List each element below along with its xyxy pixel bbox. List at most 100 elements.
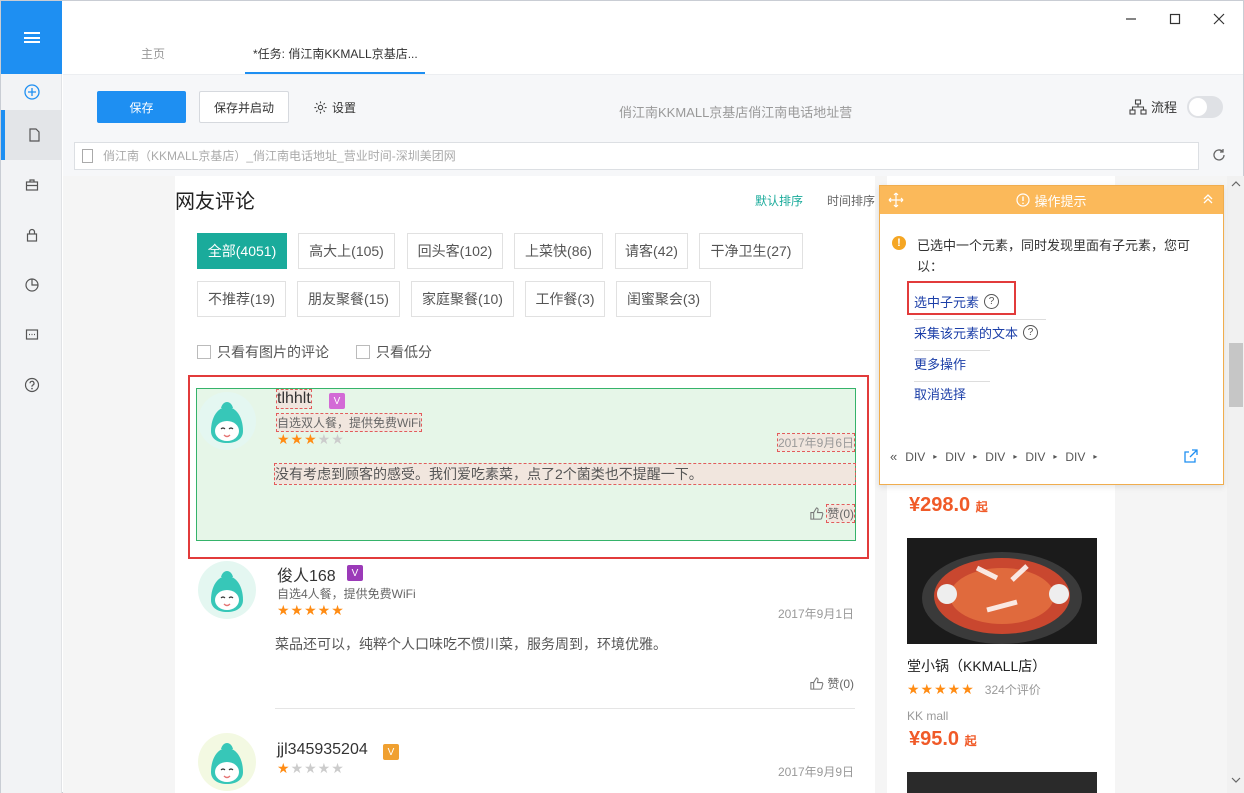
url-input[interactable]: 俏江南（KKMALL京基店）_俏江南电话地址_营业时间-深圳美团网 xyxy=(74,142,1199,170)
more-actions-link[interactable]: 更多操作 xyxy=(914,354,966,373)
refresh-button[interactable] xyxy=(1211,147,1231,167)
collect-text-label: 采集该元素的文本 xyxy=(914,326,1019,341)
divider xyxy=(914,319,1046,320)
breadcrumb-item[interactable]: DIV xyxy=(945,450,965,464)
collect-text-link[interactable]: 采集该元素的文本 ? xyxy=(914,323,1039,342)
help-icon[interactable]: ? xyxy=(1023,325,1039,340)
breadcrumb-item[interactable]: DIV xyxy=(1025,450,1045,464)
flow-icon xyxy=(1129,98,1147,115)
shop-name[interactable]: 堂小锅（KKMALL店） xyxy=(907,656,1046,676)
select-child-link[interactable]: 选中子元素 ? xyxy=(914,292,1000,311)
tag-friends[interactable]: 朋友聚餐(15) xyxy=(297,281,400,317)
meal-info: 自选双人餐，提供免费WiFi xyxy=(276,413,422,432)
breadcrumb-back-icon[interactable]: « xyxy=(890,449,897,464)
flow-switch[interactable] xyxy=(1187,96,1223,118)
chevron-right-icon: ▸ xyxy=(1053,452,1058,461)
sort-time-link[interactable]: 时间排序 xyxy=(827,192,875,209)
collapse-icon[interactable] xyxy=(1201,192,1215,206)
price-tag: ¥95.0 起 xyxy=(909,728,977,751)
cancel-selection-label: 取消选择 xyxy=(914,387,967,402)
star-rating: ★★★★★ xyxy=(277,431,345,447)
tag-clean[interactable]: 干净卫生(27) xyxy=(699,233,803,269)
hint-header: 操作提示 xyxy=(880,186,1223,214)
checkbox[interactable] xyxy=(197,345,211,359)
hotpot-image xyxy=(907,538,1097,644)
avatar xyxy=(198,392,256,450)
review-item: 俊人168 V 自选4人餐，提供免费WiFi ★★★★★ 2017年9月1日 菜… xyxy=(197,560,854,692)
tab-home[interactable]: 主页 xyxy=(141,45,165,62)
plus-circle-icon xyxy=(23,84,40,100)
sidebar-item-toolbox[interactable] xyxy=(1,160,62,210)
scroll-thumb[interactable] xyxy=(1229,343,1243,407)
sidebar-item-tasks[interactable] xyxy=(1,110,62,160)
divider xyxy=(914,381,990,382)
vip-badge-icon: V xyxy=(383,744,399,760)
sort-default-link[interactable]: 默认排序 xyxy=(755,192,803,209)
save-button[interactable]: 保存 xyxy=(97,91,186,123)
shop-photo[interactable] xyxy=(907,538,1097,644)
vertical-scrollbar[interactable] xyxy=(1227,176,1244,793)
breadcrumb-item[interactable]: DIV xyxy=(1065,450,1085,464)
scroll-down-icon[interactable] xyxy=(1231,776,1241,784)
chevron-right-icon: ▸ xyxy=(933,452,938,461)
meal-info: 自选4人餐，提供免费WiFi xyxy=(277,587,416,601)
maximize-icon xyxy=(1169,13,1181,25)
close-icon xyxy=(1213,13,1225,25)
tab-task[interactable]: *任务: 俏江南KKMALL京基店... xyxy=(253,45,418,62)
tag-treat[interactable]: 请客(42) xyxy=(615,233,688,269)
breadcrumb-item[interactable]: DIV xyxy=(985,450,1005,464)
price-tag: ¥298.0 起 xyxy=(909,494,988,517)
filter-low-score[interactable]: 只看低分 xyxy=(356,342,432,362)
new-task-button[interactable] xyxy=(1,74,62,110)
element-breadcrumb: « DIV ▸ DIV ▸ DIV ▸ DIV ▸ DIV ▸ xyxy=(890,449,1097,464)
sidebar-item-stats[interactable] xyxy=(1,260,62,310)
sidebar-item-messages[interactable] xyxy=(1,310,62,360)
sidebar-item-help[interactable] xyxy=(1,360,62,410)
shop-rating-row: ★★★★★ 324个评价 xyxy=(907,681,1041,698)
help-icon[interactable]: ? xyxy=(984,294,1000,309)
close-button[interactable] xyxy=(1209,9,1229,29)
external-link-icon[interactable] xyxy=(1183,448,1199,464)
minimize-button[interactable] xyxy=(1121,9,1141,29)
cancel-selection-link[interactable]: 取消选择 xyxy=(914,384,966,403)
tag-work-meal[interactable]: 工作餐(3) xyxy=(525,281,605,317)
minimize-icon xyxy=(1126,18,1136,20)
select-child-label: 选中子元素 xyxy=(914,295,980,310)
tag-fast-serving[interactable]: 上菜快(86) xyxy=(514,233,603,269)
shop-photo[interactable] xyxy=(907,772,1097,793)
breadcrumb-item[interactable]: DIV xyxy=(905,450,925,464)
menu-button[interactable] xyxy=(1,1,62,74)
lock-icon xyxy=(26,228,37,242)
reviews-title: 网友评论 xyxy=(175,191,255,213)
filter-with-photos[interactable]: 只看有图片的评论 xyxy=(197,342,329,362)
settings-button[interactable]: 设置 xyxy=(313,99,356,116)
checkbox[interactable] xyxy=(356,345,370,359)
tag-upscale[interactable]: 高大上(105) xyxy=(298,233,395,269)
tag-not-recommended[interactable]: 不推荐(19) xyxy=(197,281,286,317)
move-icon[interactable] xyxy=(888,192,904,208)
vip-badge-icon: V xyxy=(329,393,345,409)
tag-all[interactable]: 全部(4051) xyxy=(197,233,287,269)
tag-girlfriends[interactable]: 闺蜜聚会(3) xyxy=(616,281,711,317)
filter-low-score-label: 只看低分 xyxy=(376,344,432,360)
review-date: 2017年9月1日 xyxy=(777,607,854,621)
filter-with-photos-label: 只看有图片的评论 xyxy=(217,344,329,360)
briefcase-icon xyxy=(25,179,38,191)
save-and-start-button[interactable]: 保存并启动 xyxy=(199,91,289,123)
settings-label: 设置 xyxy=(332,101,357,115)
scroll-up-icon[interactable] xyxy=(1231,180,1241,188)
review-item: tlhhlt V 自选双人餐，提供免费WiFi ★★★★★ 2017年9月6日 … xyxy=(197,388,856,538)
tag-family[interactable]: 家庭聚餐(10) xyxy=(411,281,514,317)
review-divider xyxy=(275,708,855,709)
like-button[interactable]: 赞(0) xyxy=(809,675,854,692)
like-button[interactable]: 赞(0) xyxy=(809,504,855,523)
shop-area: KK mall xyxy=(907,709,949,723)
shop-star-rating: ★★★★★ xyxy=(907,681,975,697)
sidebar-item-lock[interactable] xyxy=(1,210,62,260)
maximize-button[interactable] xyxy=(1165,9,1185,29)
chevron-right-icon: ▸ xyxy=(1093,452,1098,461)
tag-returning[interactable]: 回头客(102) xyxy=(407,233,503,269)
flow-toggle-label[interactable]: 流程 xyxy=(1129,97,1177,116)
price-value: ¥298.0 xyxy=(909,494,971,516)
like-count: 赞(0) xyxy=(827,677,854,691)
